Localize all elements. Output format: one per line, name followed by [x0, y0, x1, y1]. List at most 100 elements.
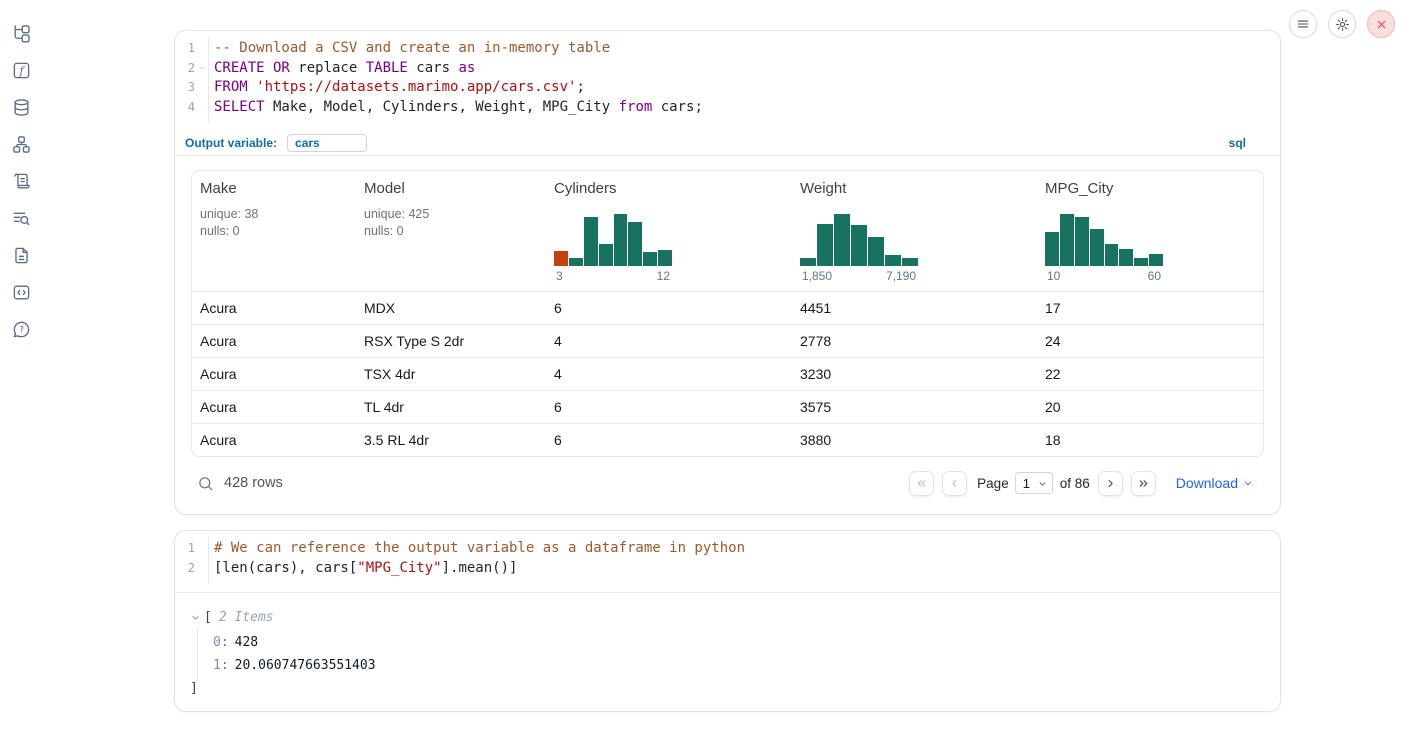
- list-tree-icon: [12, 24, 31, 43]
- search-button[interactable]: [197, 475, 214, 492]
- page-label: Page: [977, 476, 1009, 491]
- table-cell: 18: [1037, 424, 1263, 456]
- python-cell: 1# We can reference the output variable …: [174, 530, 1281, 712]
- table-row[interactable]: AcuraRSX Type S 2dr4277824: [192, 324, 1263, 357]
- python-code-editor[interactable]: 1# We can reference the output variable …: [175, 531, 1280, 593]
- column-unique-stat: unique: 38: [200, 206, 348, 223]
- cylinders-histogram[interactable]: [554, 213, 672, 266]
- table-row[interactable]: Acura3.5 RL 4dr6388018: [192, 423, 1263, 456]
- code-text: CREATE OR replace TABLE cars as: [208, 59, 475, 79]
- fold-spacer: [195, 559, 208, 579]
- page-select-value: 1: [1023, 476, 1030, 491]
- tree-entries: 0:428 1:20.060747663551403: [197, 628, 1280, 681]
- output-variable-strip: Output variable: cars sql: [175, 131, 1280, 156]
- code-line[interactable]: 4SELECT Make, Model, Cylinders, Weight, …: [175, 98, 1280, 118]
- column-nulls-stat: nulls: 0: [364, 223, 538, 240]
- table-body: AcuraMDX6445117AcuraRSX Type S 2dr427782…: [192, 291, 1263, 456]
- mpg-city-histogram[interactable]: [1045, 213, 1163, 266]
- download-button[interactable]: Download: [1176, 475, 1254, 491]
- axis-min: 3: [556, 269, 563, 283]
- column-header-weight[interactable]: Weight 1,850 7,190: [792, 171, 1037, 291]
- table-cell: 17: [1037, 292, 1263, 324]
- code-line[interactable]: 1-- Download a CSV and create an in-memo…: [175, 39, 1280, 59]
- code-text: # We can reference the output variable a…: [208, 539, 745, 559]
- column-label: Cylinders: [554, 180, 784, 197]
- python-output: [ 2 Items 0:428 1:20.060747663551403 ]: [175, 593, 1280, 696]
- table-cell: Acura: [192, 358, 356, 390]
- close-icon: [1375, 18, 1388, 31]
- table-footer: 428 rows Page 1 of 86: [191, 464, 1264, 502]
- column-header-mpg-city[interactable]: MPG_City 10 60: [1037, 171, 1263, 291]
- tree-root: [ 2 Items: [190, 607, 1280, 628]
- table-cell: MDX: [356, 292, 546, 324]
- svg-text:?: ?: [19, 325, 24, 335]
- sidebar-item-variables[interactable]: f: [11, 60, 31, 80]
- histogram-bar: [628, 222, 642, 266]
- table-cell: Acura: [192, 424, 356, 456]
- histogram-bar: [851, 225, 867, 266]
- settings-button[interactable]: [1328, 10, 1356, 38]
- shutdown-button[interactable]: [1367, 10, 1395, 38]
- chevron-down-icon[interactable]: [190, 612, 201, 623]
- fold-chevron-icon[interactable]: [195, 59, 208, 79]
- sidebar-item-data-sources[interactable]: [11, 97, 31, 117]
- table-row[interactable]: AcuraMDX6445117: [192, 291, 1263, 324]
- page-select[interactable]: 1: [1015, 472, 1053, 494]
- code-line[interactable]: 2CREATE OR replace TABLE cars as: [175, 59, 1280, 79]
- histogram-bar: [614, 214, 628, 266]
- column-header-model[interactable]: Model unique: 425 nulls: 0: [356, 171, 546, 291]
- file-text-icon: [12, 246, 31, 265]
- last-page-button[interactable]: [1131, 471, 1156, 496]
- histogram-bar: [1105, 244, 1119, 266]
- axis-min: 1,850: [802, 269, 832, 283]
- fold-spacer: [195, 78, 208, 98]
- output-variable-input[interactable]: cars: [287, 134, 367, 152]
- previous-page-button[interactable]: [942, 471, 967, 496]
- axis-max: 60: [1148, 269, 1161, 283]
- sidebar-item-search-logs[interactable]: [11, 208, 31, 228]
- sidebar: f ?: [11, 23, 31, 339]
- code-square-icon: [12, 283, 31, 302]
- histogram-bar: [1119, 249, 1133, 266]
- fold-spacer: [195, 39, 208, 59]
- first-page-button[interactable]: [909, 471, 934, 496]
- chevron-right-icon: [1104, 477, 1117, 490]
- list-search-icon: [12, 209, 31, 228]
- table-row[interactable]: AcuraTSX 4dr4323022: [192, 357, 1263, 390]
- svg-text:f: f: [18, 64, 25, 77]
- code-line[interactable]: 3 FROM 'https://datasets.marimo.app/cars.…: [175, 78, 1280, 98]
- table-row[interactable]: AcuraTL 4dr6357520: [192, 390, 1263, 423]
- menu-icon: [1296, 17, 1310, 31]
- histogram-bar: [584, 217, 598, 266]
- sidebar-item-file-explorer[interactable]: [11, 23, 31, 43]
- code-text: FROM 'https://datasets.marimo.app/cars.c…: [208, 78, 585, 98]
- next-page-button[interactable]: [1098, 471, 1123, 496]
- sql-code-editor[interactable]: 1-- Download a CSV and create an in-memo…: [175, 31, 1280, 131]
- axis-max: 12: [657, 269, 670, 283]
- list-item: 1:20.060747663551403: [213, 655, 1280, 678]
- histogram-bar: [569, 258, 583, 266]
- table-cell: 3575: [792, 391, 1037, 423]
- column-header-make[interactable]: Make unique: 38 nulls: 0: [192, 171, 356, 291]
- weight-histogram[interactable]: [800, 213, 918, 266]
- sidebar-item-logs[interactable]: [11, 171, 31, 191]
- column-header-cylinders[interactable]: Cylinders 3 12: [546, 171, 792, 291]
- axis-min: 10: [1047, 269, 1060, 283]
- code-line[interactable]: 1# We can reference the output variable …: [175, 539, 1280, 559]
- menu-button[interactable]: [1289, 10, 1317, 38]
- sidebar-item-snippets[interactable]: [11, 282, 31, 302]
- sidebar-item-help[interactable]: ?: [11, 319, 31, 339]
- column-label: Make: [200, 180, 348, 197]
- network-icon: [12, 135, 31, 154]
- table-cell: 3230: [792, 358, 1037, 390]
- line-number: 3: [175, 78, 195, 98]
- table-cell: Acura: [192, 292, 356, 324]
- table-cell: Acura: [192, 325, 356, 357]
- output-variable-label: Output variable:: [185, 136, 277, 150]
- help-circle-icon: ?: [12, 320, 31, 339]
- histogram-bar: [885, 255, 901, 266]
- sidebar-item-dependency-graph[interactable]: [11, 134, 31, 154]
- table-cell: 24: [1037, 325, 1263, 357]
- code-line[interactable]: 2[len(cars), cars["MPG_City"].mean()]: [175, 559, 1280, 579]
- sidebar-item-documentation[interactable]: [11, 245, 31, 265]
